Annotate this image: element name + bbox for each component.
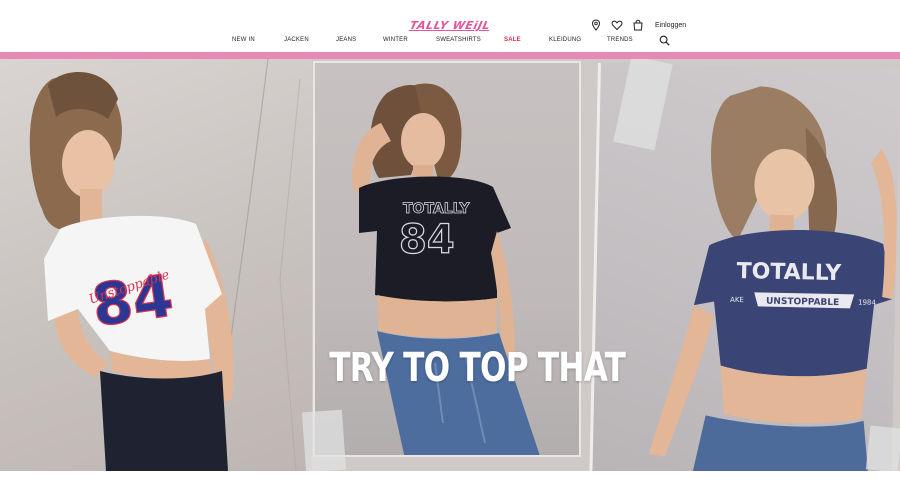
nav-item-sale[interactable]: SALE <box>504 37 521 43</box>
hero-photo-center: TOTALLY 84 <box>313 61 581 457</box>
hero-banner[interactable]: 84 Unstoppable TOTALLY 84 TOTALLY UNSTOP… <box>0 59 900 471</box>
main-navigation: NEW IN JACKEN JEANS WINTER SWEATSHIRTS S… <box>0 35 900 49</box>
nav-item-jacken[interactable]: JACKEN <box>284 37 309 43</box>
page-bottom-space <box>0 471 900 500</box>
svg-text:AKE: AKE <box>730 296 744 304</box>
tape-decoration <box>865 425 900 471</box>
nav-item-jeans[interactable]: JEANS <box>336 37 356 43</box>
tape-decoration <box>301 409 347 471</box>
brand-logo[interactable]: TALLY WEiJL <box>407 19 494 33</box>
search-icon[interactable] <box>659 35 670 46</box>
nav-item-sweatshirts[interactable]: SWEATSHIRTS <box>436 37 481 43</box>
svg-text:84: 84 <box>399 217 455 263</box>
promo-bar <box>0 52 900 59</box>
model-black-tee-image: TOTALLY 84 <box>352 83 540 455</box>
svg-text:UNSTOPPABLE: UNSTOPPABLE <box>766 297 839 309</box>
svg-text:TOTALLY: TOTALLY <box>736 259 842 286</box>
nav-item-kleidung[interactable]: KLEIDUNG <box>549 37 581 43</box>
hero-headline: TRY TO TOP THAT <box>329 345 626 391</box>
nav-item-trends[interactable]: TRENDS <box>607 37 633 43</box>
nav-item-winter[interactable]: WINTER <box>383 37 408 43</box>
model-white-tee-image: 84 Unstoppable <box>29 59 301 471</box>
location-pin-icon[interactable] <box>590 19 602 31</box>
nav-item-new-in[interactable]: NEW IN <box>232 37 255 43</box>
svg-text:1984: 1984 <box>858 298 877 306</box>
login-link[interactable]: Einloggen <box>655 22 686 29</box>
site-header: TALLY WEiJL Einloggen NEW IN JACKEN JEAN… <box>0 0 900 52</box>
utility-bar: Einloggen <box>590 18 686 32</box>
heart-icon[interactable] <box>611 19 623 31</box>
hero-photo-left: 84 Unstoppable <box>0 59 312 471</box>
svg-text:TOTALLY: TOTALLY <box>403 201 470 217</box>
shopping-bag-icon[interactable] <box>632 19 644 31</box>
